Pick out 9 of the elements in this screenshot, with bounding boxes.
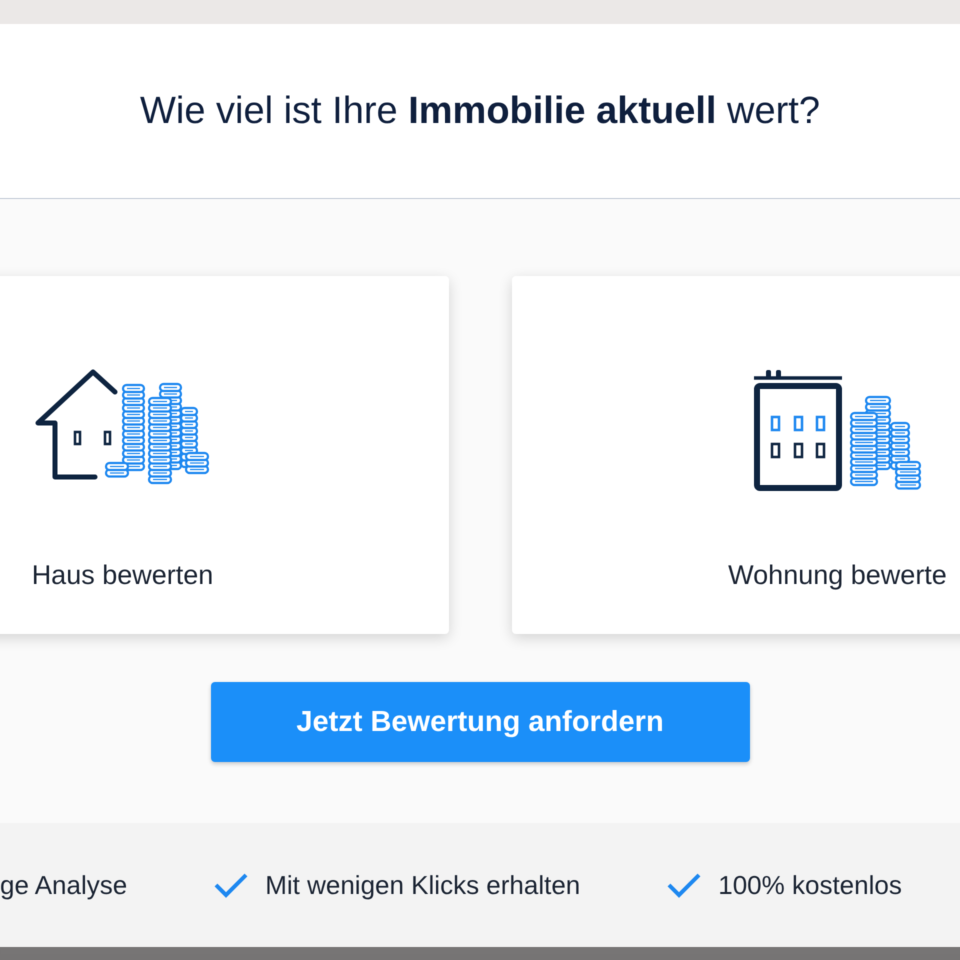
check-icon (214, 872, 248, 898)
apartment-building-with-coins-icon (754, 368, 922, 492)
check-icon (667, 872, 702, 898)
page-title: Wie viel ist Ihre Immobilie aktuell wert? (140, 89, 820, 134)
benefit-text: Mit wenigen Klicks erhalten (265, 869, 580, 901)
property-type-card[interactable]: Wohnung bewerte (512, 276, 960, 634)
property-type-card[interactable]: Haus bewerten (0, 276, 448, 634)
benefit-text: 100% kostenlos (718, 869, 902, 901)
benefit-text: ge Analyse (0, 869, 128, 901)
